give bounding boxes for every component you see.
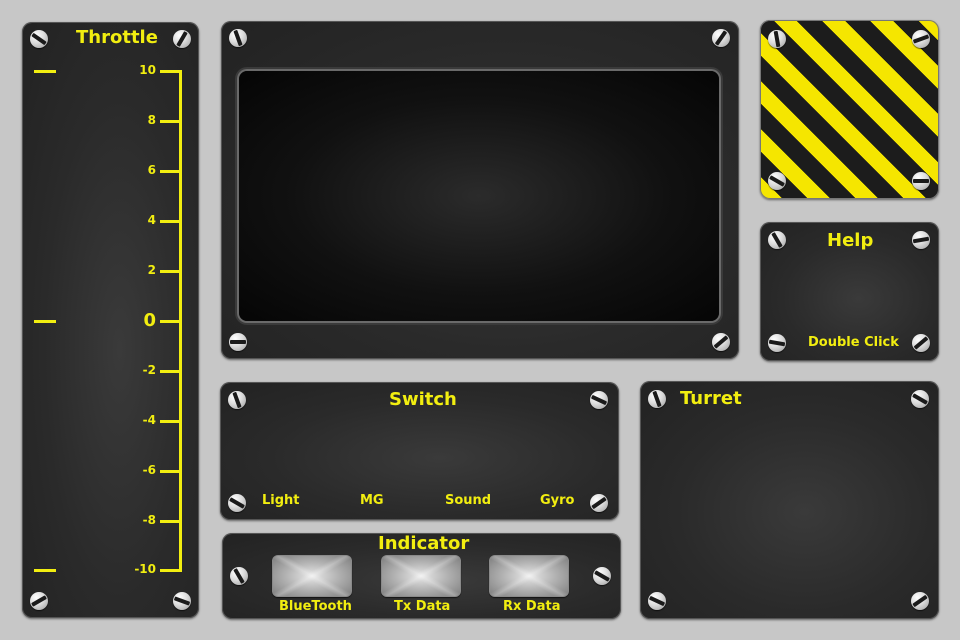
hazard-stripes-icon	[760, 20, 939, 199]
indicator-title: Indicator	[378, 533, 470, 554]
switch-sound[interactable]: Sound	[445, 493, 491, 508]
throttle-tick	[160, 520, 180, 523]
switch-light[interactable]: Light	[262, 493, 300, 508]
switch-panel: Switch Light MG Sound Gyro	[220, 382, 619, 520]
throttle-marker-center[interactable]	[34, 320, 56, 323]
turret-panel[interactable]: Turret	[640, 381, 939, 619]
screw-icon	[768, 334, 786, 352]
throttle-tick	[160, 220, 180, 223]
hazard-panel	[760, 20, 939, 199]
switch-mg[interactable]: MG	[360, 493, 384, 508]
throttle-tick-label: -10	[134, 562, 156, 576]
indicator-panel: Indicator BlueTooth Tx Data Rx Data	[222, 533, 621, 619]
switch-title: Switch	[389, 389, 457, 410]
screw-icon	[173, 592, 191, 610]
throttle-tick	[160, 70, 180, 73]
throttle-tick	[160, 470, 180, 473]
display-screen[interactable]	[239, 71, 719, 321]
throttle-slider[interactable]: 10 8 6 4 2 0 -2 -4 -6 -8 -10	[22, 62, 199, 582]
screw-icon	[230, 567, 248, 585]
screw-icon	[229, 333, 247, 351]
screw-icon	[712, 29, 730, 47]
throttle-tick-label: 4	[147, 213, 156, 227]
throttle-tick	[160, 170, 180, 173]
throttle-tick-label: -8	[142, 513, 156, 527]
screw-icon	[228, 494, 246, 512]
throttle-tick	[160, 420, 180, 423]
screw-icon	[30, 30, 48, 48]
screw-icon	[648, 592, 666, 610]
rx-data-indicator	[489, 555, 569, 597]
help-panel[interactable]: Help Double Click	[760, 222, 939, 361]
switch-gyro[interactable]: Gyro	[540, 493, 575, 508]
throttle-marker-bottom	[34, 569, 56, 572]
screw-icon	[768, 231, 786, 249]
bluetooth-label: BlueTooth	[279, 599, 352, 614]
screw-icon	[593, 567, 611, 585]
screw-icon	[912, 334, 930, 352]
screw-icon	[911, 592, 929, 610]
screw-icon	[590, 494, 608, 512]
turret-title: Turret	[680, 388, 742, 409]
screw-icon	[768, 30, 786, 48]
screw-icon	[912, 30, 930, 48]
throttle-tick-label: 6	[147, 163, 156, 177]
throttle-tick-label: -2	[142, 363, 156, 377]
screw-icon	[712, 333, 730, 351]
display-panel	[221, 21, 739, 359]
throttle-tick	[160, 370, 180, 373]
throttle-tick-label-zero: 0	[143, 310, 156, 331]
help-hint: Double Click	[808, 335, 899, 350]
bluetooth-indicator	[272, 555, 352, 597]
throttle-tick	[160, 120, 180, 123]
throttle-tick-label: 10	[139, 63, 156, 77]
tx-data-indicator	[381, 555, 461, 597]
throttle-tick-label: 8	[147, 113, 156, 127]
throttle-marker-top	[34, 70, 56, 73]
screw-icon	[911, 390, 929, 408]
throttle-panel: Throttle 10 8 6 4 2 0 -2 -4 -6 -8 -10	[22, 22, 199, 618]
help-title: Help	[827, 230, 874, 251]
throttle-tick	[160, 569, 180, 572]
screw-icon	[30, 592, 48, 610]
throttle-tick-label: 2	[147, 263, 156, 277]
screw-icon	[229, 29, 247, 47]
screw-icon	[228, 391, 246, 409]
throttle-tick	[160, 270, 180, 273]
screw-icon	[912, 231, 930, 249]
throttle-tick	[160, 320, 180, 323]
screw-icon	[590, 391, 608, 409]
screw-icon	[768, 172, 786, 190]
screw-icon	[912, 172, 930, 190]
tx-data-label: Tx Data	[394, 599, 451, 614]
screw-icon	[648, 390, 666, 408]
rx-data-label: Rx Data	[503, 599, 561, 614]
screw-icon	[173, 30, 191, 48]
throttle-tick-label: -6	[142, 463, 156, 477]
throttle-title: Throttle	[76, 27, 158, 48]
throttle-tick-label: -4	[142, 413, 156, 427]
